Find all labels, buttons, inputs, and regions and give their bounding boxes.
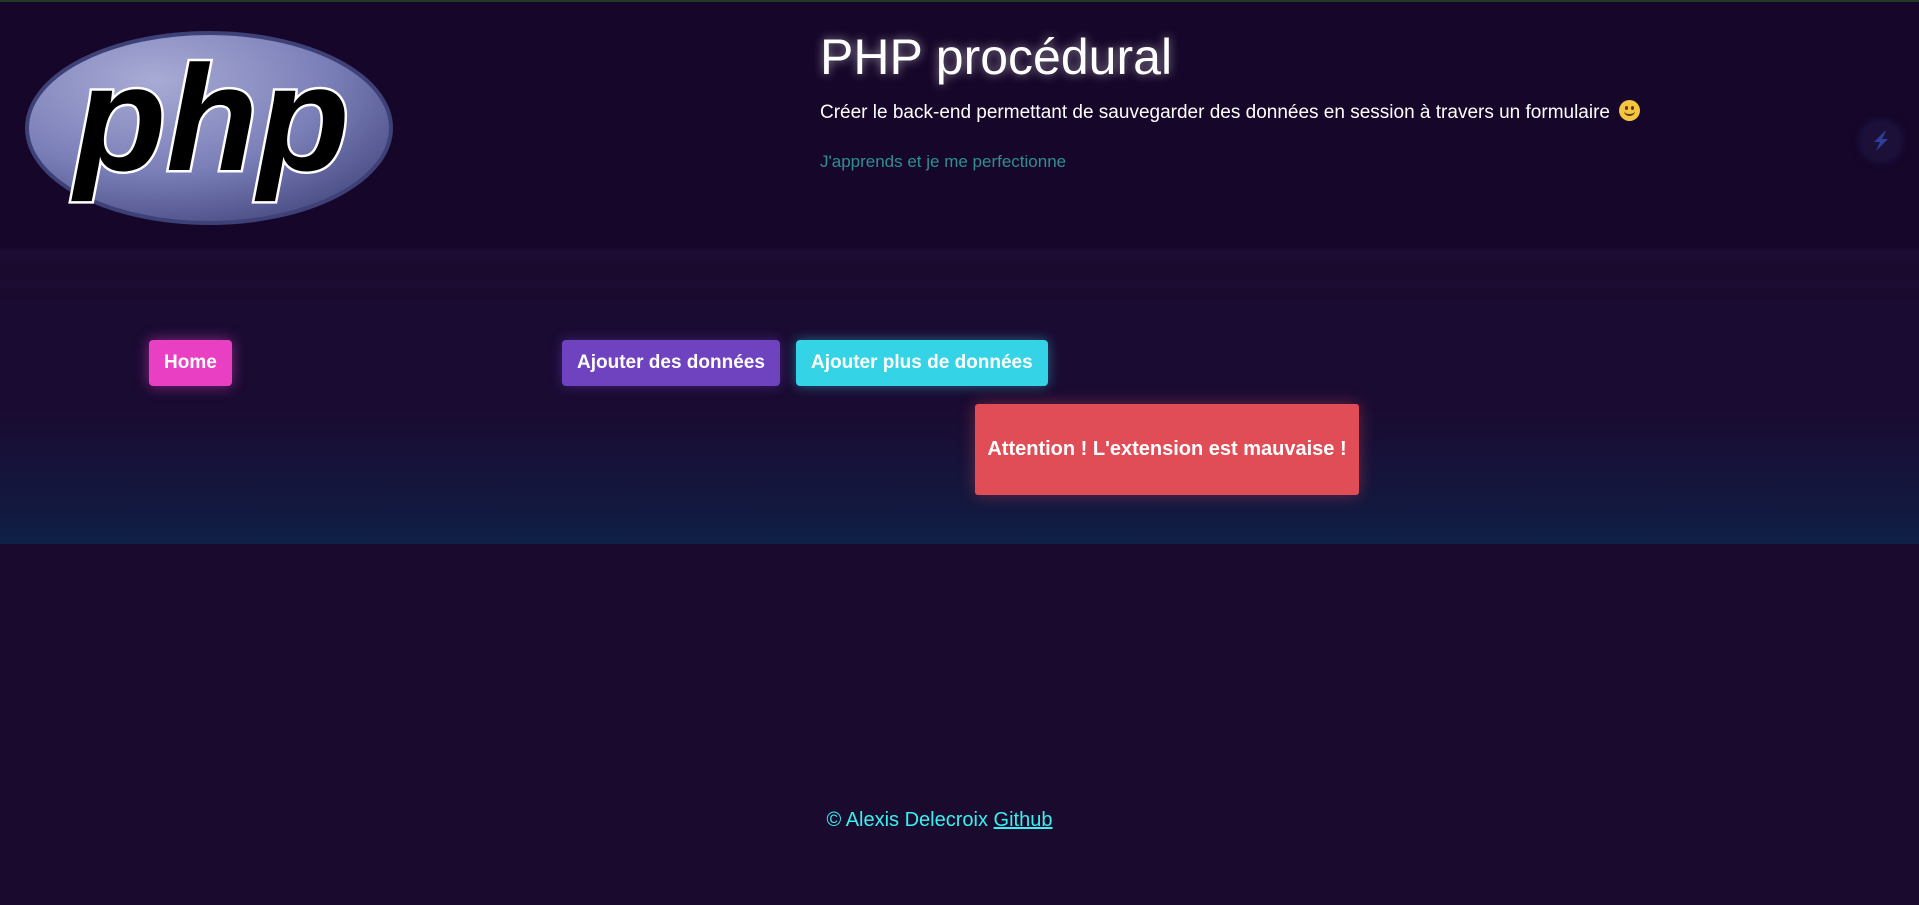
page-title: PHP procédural [820, 29, 1173, 85]
divider [0, 250, 1919, 260]
add-more-data-button[interactable]: Ajouter plus de données [796, 340, 1048, 386]
page-footer: © Alexis Delecroix Github [0, 804, 1919, 840]
github-link[interactable]: Github [994, 809, 1053, 831]
theme-toggle-button[interactable] [1862, 122, 1900, 160]
logo-text: php [71, 34, 350, 202]
error-alert: Attention ! L'extension est mauvaise ! [975, 404, 1359, 495]
php-logo: php [25, 31, 393, 225]
home-button[interactable]: Home [149, 340, 232, 386]
footer-credit: © Alexis Delecroix [826, 809, 988, 831]
subtitle-text: Créer le back-end permettant de sauvegar… [820, 102, 1610, 123]
lightning-icon [1874, 131, 1888, 151]
add-data-button[interactable]: Ajouter des données [562, 340, 780, 386]
divider [0, 280, 1919, 288]
page-header: php PHP procédural Créer le back-end per… [0, 2, 1919, 248]
slightly-smiling-face-icon [1619, 100, 1641, 121]
page-subtitle: Créer le back-end permettant de sauvegar… [820, 100, 1641, 124]
tagline: J'apprends et je me perfectionne [820, 152, 1067, 171]
main-content: Home Ajouter des données Ajouter plus de… [0, 300, 1919, 831]
